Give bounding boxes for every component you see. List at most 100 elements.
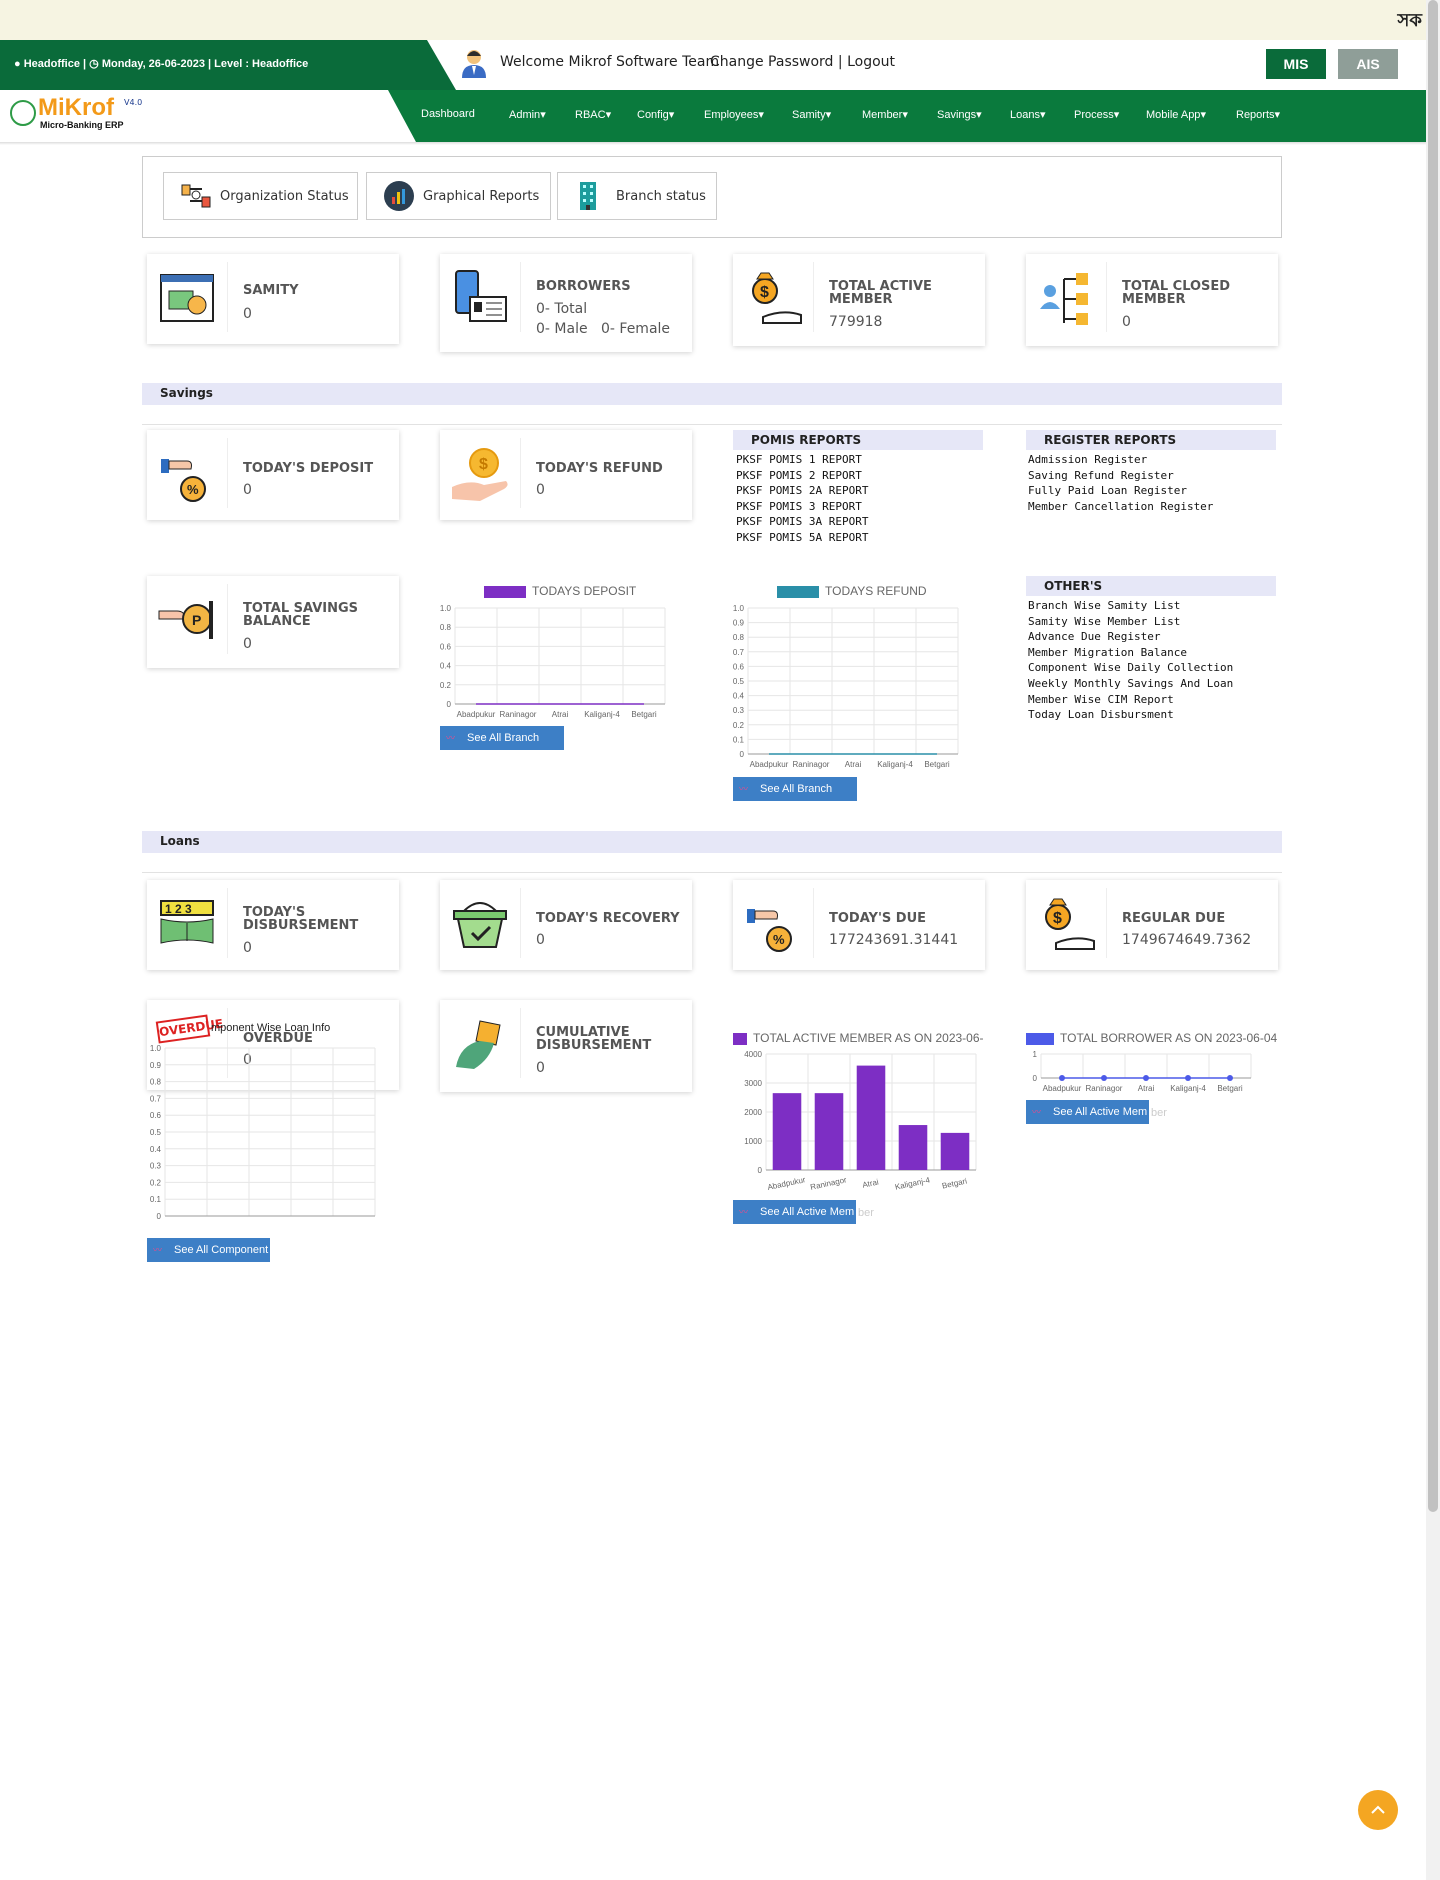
due-value: 177243691.31441 [829, 932, 959, 948]
component-loan-chart: 1.0 0.9 0.8 0.7 0.6 0.5 0.4 0.3 0.2 0.1 0 [150, 1044, 376, 1220]
other-report-link[interactable]: Advance Due Register [1028, 629, 1233, 645]
caret-down-icon: ▾ [1113, 109, 1120, 121]
nav-reports[interactable]: Reports▾ [1236, 108, 1280, 121]
closed-member-card[interactable]: TOTAL CLOSED MEMBER 0 [1026, 254, 1278, 346]
tab-graphical-reports[interactable]: Graphical Reports [366, 172, 551, 220]
todays-deposit-value: 0 [243, 482, 252, 498]
bar [856, 1065, 886, 1170]
pomis-report-link[interactable]: PKSF POMIS 1 REPORT [736, 452, 868, 468]
cumulative-value: 0 [536, 1060, 545, 1076]
scroll-to-top-button[interactable] [1358, 1790, 1398, 1830]
see-all-branch-button[interactable]: 〰 See All Branch [440, 726, 564, 750]
register-report-link[interactable]: Member Cancellation Register [1028, 499, 1213, 515]
other-report-link[interactable]: Samity Wise Member List [1028, 614, 1233, 630]
see-all-active-member-button[interactable]: 〰 See All Active Mem [1026, 1100, 1149, 1124]
others-header: OTHER'S [1026, 576, 1276, 596]
see-all-active-member-button[interactable]: 〰 See All Active Mem [733, 1200, 856, 1224]
see-all-component-label: See All Component [174, 1244, 269, 1256]
x-tick-label: Kaliganj-4 [894, 1175, 931, 1191]
nav-config[interactable]: Config▾ [637, 108, 674, 121]
pomis-reports-header: POMIS REPORTS [733, 430, 983, 450]
todays-recovery-card[interactable]: TODAY'S RECOVERY 0 [440, 880, 692, 970]
tab-branch-status[interactable]: Branch status [557, 172, 717, 220]
caret-down-icon: ▾ [540, 109, 546, 121]
nav-process[interactable]: Process▾ [1074, 108, 1119, 121]
svg-text:$: $ [760, 284, 769, 301]
active-member-value: 779918 [829, 314, 883, 330]
ais-button[interactable]: AIS [1338, 49, 1398, 79]
svg-text:%: % [773, 932, 785, 947]
x-tick-label: Raninagor [1086, 1084, 1123, 1093]
due-hand-percent-icon: % [747, 909, 792, 952]
section-divider [142, 424, 1282, 425]
nav-employees-label: Employees [704, 109, 759, 121]
brand-name[interactable]: MiKrof [38, 94, 114, 122]
other-report-link[interactable]: Weekly Monthly Savings And Loan [1028, 676, 1233, 692]
y-tick-label: 4000 [744, 1050, 762, 1059]
todays-refund-value: 0 [536, 482, 545, 498]
closed-member-value: 0 [1122, 314, 1131, 330]
scrollbar-thumb[interactable] [1428, 0, 1438, 1512]
building-icon [580, 182, 596, 210]
pomis-report-link[interactable]: PKSF POMIS 2 REPORT [736, 468, 868, 484]
nav-dashboard[interactable]: Dashboard [421, 108, 475, 120]
samity-icon [160, 274, 214, 322]
pomis-report-link[interactable]: PKSF POMIS 3 REPORT [736, 499, 868, 515]
borrowers-card[interactable]: BORROWERS 0- Total 0- Male 0- Female [440, 254, 692, 352]
todays-due-card[interactable]: % TODAY'S DUE 177243691.31441 [733, 880, 985, 970]
recovery-title: TODAY'S RECOVERY [536, 911, 680, 926]
recovery-value: 0 [536, 932, 545, 948]
cumulative-disbursement-card[interactable]: CUMULATIVE DISBURSEMENT 0 [440, 1000, 692, 1092]
other-report-link[interactable]: Member Migration Balance [1028, 645, 1233, 661]
x-tick-label: Raninagor [500, 710, 537, 719]
x-tick-label: Kaliganj-4 [877, 760, 913, 769]
mis-button[interactable]: MIS [1266, 49, 1326, 79]
nav-samity[interactable]: Samity▾ [792, 108, 831, 121]
clock-icon: ◷ [89, 58, 99, 70]
register-report-link[interactable]: Saving Refund Register [1028, 468, 1213, 484]
data-point [1059, 1075, 1065, 1081]
other-report-link[interactable]: Component Wise Daily Collection [1028, 660, 1233, 676]
register-report-link[interactable]: Fully Paid Loan Register [1028, 483, 1213, 499]
data-point [1143, 1075, 1149, 1081]
nav-rbac[interactable]: RBAC▾ [575, 108, 611, 121]
svg-text:$: $ [479, 456, 488, 473]
nav-loans[interactable]: Loans▾ [1010, 108, 1046, 121]
see-all-branch-button[interactable]: 〰 See All Branch [733, 777, 857, 801]
regular-due-card[interactable]: $ REGULAR DUE 1749674649.7362 [1026, 880, 1278, 970]
todays-deposit-card[interactable]: % TODAY'S DEPOSIT 0 [147, 430, 399, 520]
nav-mobile-app[interactable]: Mobile App▾ [1146, 108, 1206, 121]
active-member-bar-chart: 4000 3000 2000 1000 0 Abadpukur Raninagor Atrai… [744, 1050, 977, 1192]
bar [940, 1132, 970, 1170]
y-tick-label: 0.5 [733, 677, 745, 686]
y-tick-label: 2000 [744, 1108, 762, 1117]
bar [814, 1093, 844, 1170]
tab-organization-status[interactable]: Organization Status [163, 172, 358, 220]
pomis-report-link[interactable]: PKSF POMIS 3A REPORT [736, 514, 868, 530]
total-savings-card[interactable]: P TOTAL SAVINGS BALANCE 0 [147, 576, 399, 668]
nav-savings[interactable]: Savings▾ [937, 108, 982, 121]
other-report-link[interactable]: Member Wise CIM Report [1028, 692, 1233, 708]
logout-link[interactable]: Logout [847, 54, 895, 70]
pomis-report-link[interactable]: PKSF POMIS 2A REPORT [736, 483, 868, 499]
see-all-component-button[interactable]: 〰 See All Component [147, 1238, 270, 1262]
change-password-link[interactable]: Change Password [710, 54, 833, 70]
todays-disbursement-card[interactable]: 1 2 3 TODAY'S DISBURSEMENT 0 [147, 880, 399, 970]
caret-down-icon: ▾ [976, 109, 982, 121]
caret-down-icon: ▾ [1200, 109, 1206, 121]
svg-text:P: P [192, 612, 201, 628]
todays-refund-card[interactable]: $ TODAY'S REFUND 0 [440, 430, 692, 520]
y-tick-label: 0.6 [440, 642, 452, 651]
level-label: Level : Headoffice [214, 58, 309, 70]
nav-member[interactable]: Member▾ [862, 108, 908, 121]
other-report-link[interactable]: Branch Wise Samity List [1028, 598, 1233, 614]
nav-employees[interactable]: Employees▾ [704, 108, 764, 121]
svg-text:%: % [187, 482, 199, 497]
other-report-link[interactable]: Today Loan Disbursment [1028, 707, 1233, 723]
pomis-report-link[interactable]: PKSF POMIS 5A REPORT [736, 530, 868, 546]
register-report-link[interactable]: Admission Register [1028, 452, 1213, 468]
active-member-card[interactable]: $ TOTAL ACTIVE MEMBER 779918 [733, 254, 985, 346]
nav-admin[interactable]: Admin▾ [509, 108, 546, 121]
y-tick-label: 1 [1033, 1050, 1038, 1059]
samity-card[interactable]: SAMITY 0 [147, 254, 399, 344]
